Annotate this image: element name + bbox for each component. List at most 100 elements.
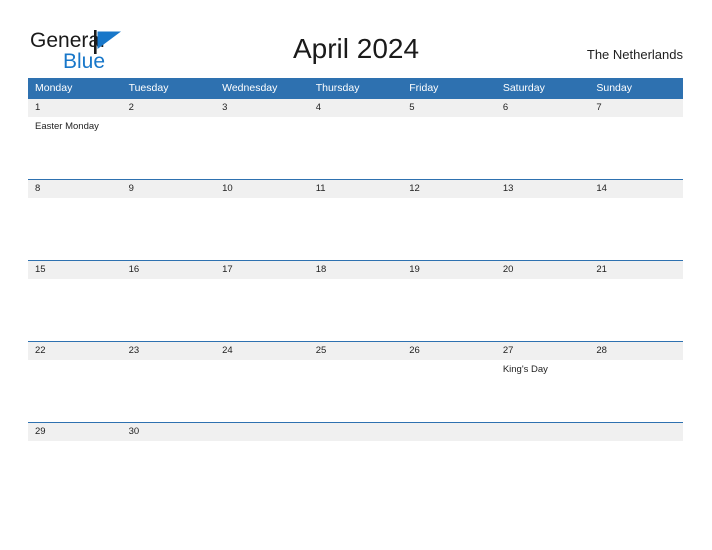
calendar-day-cell[interactable]: 22 xyxy=(28,341,122,423)
calendar-day-cell[interactable]: 30 xyxy=(121,422,216,449)
day-number: 23 xyxy=(121,342,216,360)
day-number: 27 xyxy=(495,342,590,360)
calendar-day-cell[interactable]: 7 xyxy=(589,98,683,180)
day-events xyxy=(215,360,309,363)
day-events xyxy=(309,360,403,363)
calendar-day-cell[interactable]: 28 xyxy=(589,341,683,423)
day-cell-inner: 10 xyxy=(215,180,309,260)
calendar-day-cell[interactable]: 5 xyxy=(402,98,496,180)
calendar-day-cell[interactable]: 8 xyxy=(28,179,122,261)
holiday-event-label: King's Day xyxy=(502,364,548,375)
calendar-empty-cell xyxy=(308,422,403,449)
calendar-day-cell[interactable]: 24 xyxy=(215,341,309,423)
calendar-day-cell[interactable]: 26 xyxy=(402,341,496,423)
calendar-day-cell[interactable]: 10 xyxy=(215,179,309,261)
day-number: 9 xyxy=(121,180,216,198)
page-header: General Blue April 2024 The Netherlands xyxy=(0,0,712,78)
calendar-day-cell[interactable]: 27 King's Day xyxy=(495,341,590,423)
calendar-day-cell[interactable]: 21 xyxy=(589,260,683,342)
day-cell-inner: 1 Easter Monday xyxy=(28,99,122,179)
calendar-day-cell[interactable]: 1 Easter Monday xyxy=(28,98,122,180)
calendar-day-cell[interactable]: 11 xyxy=(308,179,403,261)
calendar-day-cell[interactable]: 23 xyxy=(121,341,216,423)
day-events xyxy=(28,279,122,282)
day-events xyxy=(402,279,496,282)
calendar-day-cell[interactable]: 14 xyxy=(589,179,683,261)
weekday-header-friday: Friday xyxy=(402,78,496,99)
day-events xyxy=(215,441,309,444)
calendar-day-cell[interactable]: 16 xyxy=(121,260,216,342)
calendar-empty-cell xyxy=(495,422,590,449)
weekday-header-saturday: Saturday xyxy=(495,78,590,99)
day-cell-inner: 29 xyxy=(28,423,122,449)
day-number: 21 xyxy=(589,261,683,279)
calendar-day-cell[interactable]: 29 xyxy=(28,422,122,449)
day-number xyxy=(402,423,496,441)
day-number: 18 xyxy=(308,261,403,279)
day-events xyxy=(589,117,683,120)
day-number: 20 xyxy=(495,261,590,279)
day-events: King's Day xyxy=(496,360,590,376)
day-cell-inner: 27 King's Day xyxy=(495,342,590,422)
weekday-header-sunday: Sunday xyxy=(589,78,683,99)
calendar-day-cell[interactable]: 4 xyxy=(308,98,403,180)
day-number: 16 xyxy=(121,261,216,279)
day-cell-inner: 8 xyxy=(28,180,122,260)
calendar-day-cell[interactable]: 2 xyxy=(121,98,216,180)
day-events xyxy=(28,360,122,363)
calendar-day-cell[interactable]: 12 xyxy=(402,179,496,261)
calendar-day-cell[interactable]: 25 xyxy=(308,341,403,423)
day-cell-inner: 11 xyxy=(308,180,403,260)
day-number: 19 xyxy=(402,261,496,279)
day-cell-inner: 19 xyxy=(402,261,496,341)
country-label: The Netherlands xyxy=(586,47,683,62)
day-cell-inner: 13 xyxy=(495,180,590,260)
day-cell-inner: 6 xyxy=(495,99,590,179)
calendar-day-cell[interactable]: 17 xyxy=(215,260,309,342)
day-cell-inner: 18 xyxy=(308,261,403,341)
day-number: 7 xyxy=(589,99,683,117)
day-events xyxy=(309,441,403,444)
day-number: 15 xyxy=(28,261,122,279)
calendar-day-cell[interactable]: 19 xyxy=(402,260,496,342)
calendar-day-cell[interactable]: 9 xyxy=(121,179,216,261)
calendar-day-cell[interactable]: 18 xyxy=(308,260,403,342)
day-number xyxy=(589,423,683,441)
calendar-header-row: Monday Tuesday Wednesday Thursday Friday… xyxy=(28,78,683,99)
weekday-header-tuesday: Tuesday xyxy=(121,78,216,99)
calendar-day-cell[interactable]: 6 xyxy=(495,98,590,180)
day-events: Easter Monday xyxy=(28,117,122,133)
day-cell-inner: 30 xyxy=(121,423,216,449)
calendar-empty-cell xyxy=(402,422,496,449)
day-number: 6 xyxy=(495,99,590,117)
day-cell-inner: 15 xyxy=(28,261,122,341)
day-number: 1 xyxy=(28,99,122,117)
calendar-page: General Blue April 2024 The Netherlands … xyxy=(0,0,712,550)
day-number: 11 xyxy=(308,180,403,198)
calendar-day-cell[interactable]: 3 xyxy=(215,98,309,180)
day-events xyxy=(589,360,683,363)
day-number: 10 xyxy=(215,180,309,198)
day-cell-inner xyxy=(402,423,496,449)
day-number: 17 xyxy=(215,261,309,279)
day-number: 13 xyxy=(495,180,590,198)
day-events xyxy=(402,198,496,201)
day-cell-inner: 2 xyxy=(121,99,216,179)
calendar-day-cell[interactable]: 15 xyxy=(28,260,122,342)
day-events xyxy=(589,279,683,282)
holiday-event-label: Easter Monday xyxy=(35,121,99,132)
calendar-body: 1 Easter Monday 2 3 4 5 6 7 8 9 10 11 12 13 14 15 16 17 18… xyxy=(28,98,683,449)
day-cell-inner: 16 xyxy=(121,261,216,341)
day-events xyxy=(122,360,216,363)
calendar-day-cell[interactable]: 13 xyxy=(495,179,590,261)
day-cell-inner: 26 xyxy=(402,342,496,422)
day-events xyxy=(309,279,403,282)
day-cell-inner: 23 xyxy=(121,342,216,422)
day-number xyxy=(495,423,590,441)
calendar-day-cell[interactable]: 20 xyxy=(495,260,590,342)
calendar-empty-cell xyxy=(589,422,683,449)
day-cell-inner: 20 xyxy=(495,261,590,341)
day-number: 8 xyxy=(28,180,122,198)
day-number xyxy=(308,423,403,441)
day-number: 3 xyxy=(215,99,309,117)
